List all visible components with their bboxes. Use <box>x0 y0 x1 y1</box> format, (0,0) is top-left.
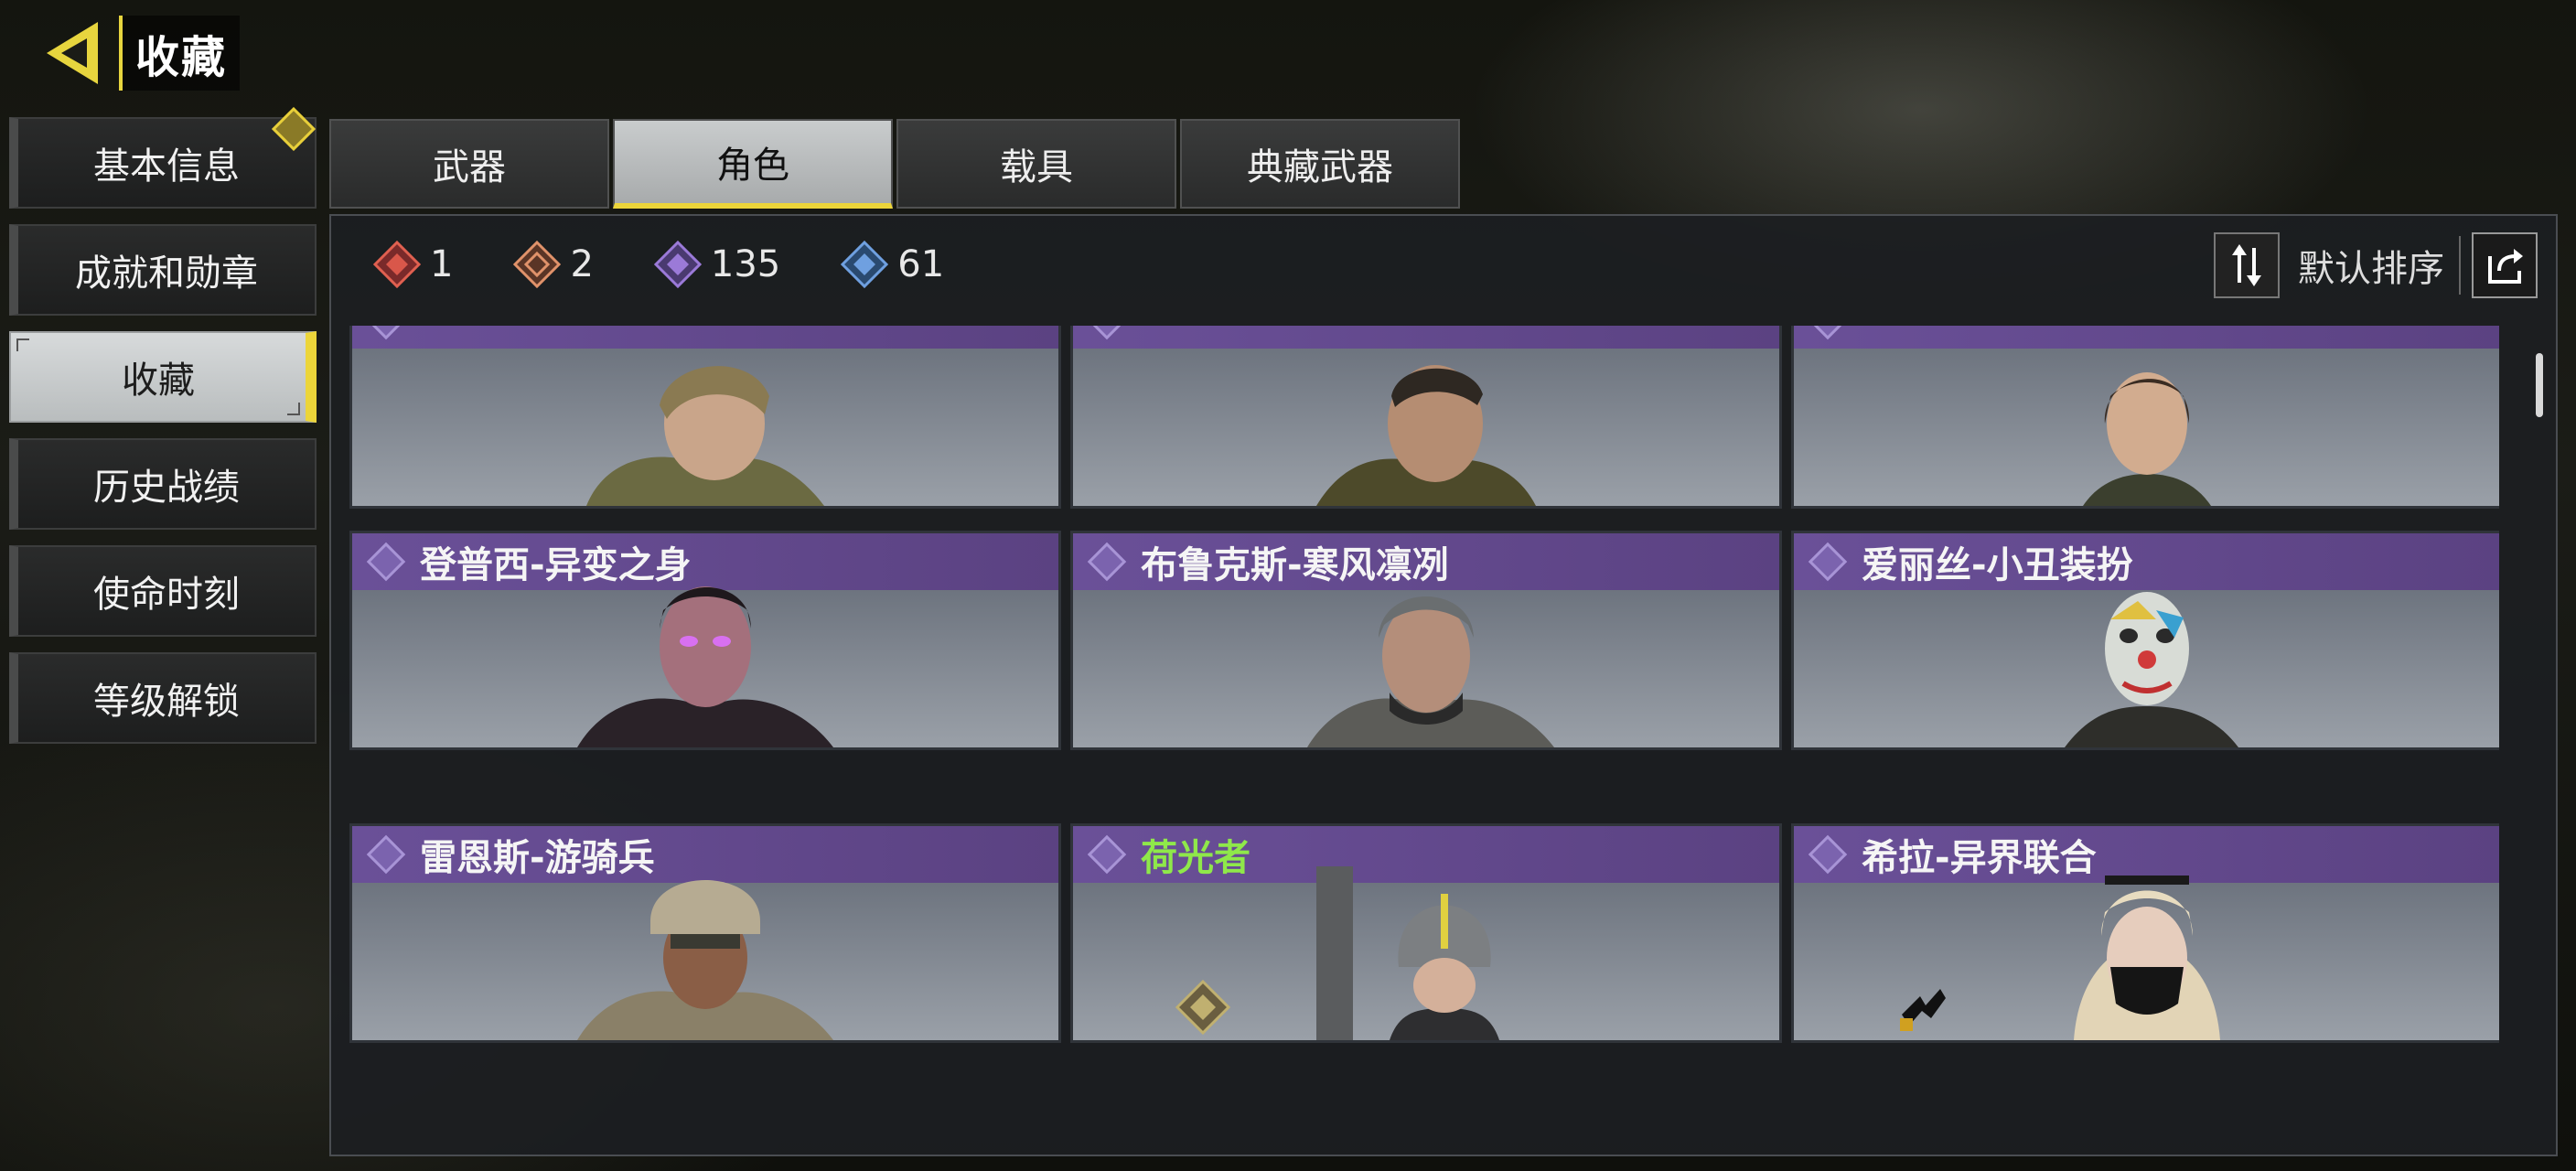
tab-collector-weapons[interactable]: 典藏武器 <box>1180 119 1460 209</box>
category-tabs: 武器 角色 载具 典藏武器 <box>329 119 1460 209</box>
mythic-gem-icon <box>371 239 423 290</box>
character-portrait <box>2074 876 2220 1040</box>
sidebar-item-level-unlock[interactable]: 等级解锁 <box>9 652 317 744</box>
sort-arrows-icon <box>2232 244 2261 286</box>
epic-rarity-icon <box>366 834 406 875</box>
notification-diamond-icon <box>271 106 317 152</box>
stat-mythic: 1 <box>371 239 453 290</box>
character-card[interactable]: 希拉-异界联合 <box>1791 823 2499 1043</box>
character-card[interactable]: 荷光者 <box>1070 823 1782 1043</box>
sidebar-item-label: 等级解锁 <box>93 681 240 723</box>
page-title: 收藏 <box>119 16 241 91</box>
epic-rarity-icon <box>1087 542 1127 582</box>
sidebar-item-label: 基本信息 <box>93 145 240 188</box>
corner-decoration <box>16 338 29 351</box>
share-icon <box>2488 249 2523 284</box>
stat-value: 2 <box>570 243 594 285</box>
sidebar-item-moments[interactable]: 使命时刻 <box>9 545 317 637</box>
character-name: 荷光者 <box>1141 837 1250 879</box>
character-portrait <box>2083 372 2211 506</box>
sidebar-item-achievements[interactable]: 成就和勋章 <box>9 224 317 316</box>
tab-weapons[interactable]: 武器 <box>329 119 609 209</box>
epic-rarity-icon <box>366 542 406 582</box>
character-card[interactable]: 爱丽丝-小丑装扮 <box>1791 531 2499 750</box>
header: 收藏 <box>37 16 241 91</box>
character-portrait <box>577 880 833 1040</box>
character-portrait <box>1316 365 1536 506</box>
epic-rarity-icon <box>366 326 406 340</box>
tab-vehicles[interactable]: 载具 <box>896 119 1176 209</box>
character-portrait <box>2065 592 2238 747</box>
epic-gem-icon <box>652 239 703 290</box>
back-button[interactable] <box>37 16 110 90</box>
character-portrait <box>1307 596 1554 747</box>
rare-gem-icon <box>839 239 890 290</box>
character-grid: 登普西-异变之身 布鲁克斯-寒风凛冽 爱丽丝-小丑装扮 雷恩斯-游骑兵 荷光者 … <box>349 326 2499 1144</box>
corner-decoration <box>287 403 300 415</box>
faction-logo-icon <box>1900 989 1946 1031</box>
character-portrait <box>586 366 824 506</box>
stat-legendary: 2 <box>511 239 594 290</box>
sidebar-item-label: 成就和勋章 <box>75 252 258 295</box>
sidebar-item-history[interactable]: 历史战绩 <box>9 438 317 530</box>
epic-rarity-icon <box>1808 326 1848 340</box>
legendary-gem-icon <box>511 239 563 290</box>
character-card[interactable] <box>1070 326 1782 509</box>
rarity-stats-bar: 1 2 135 61 默认排序 <box>331 216 2556 313</box>
collection-panel: 1 2 135 61 默认排序 登普西-异变之身 布鲁克斯-寒风凛冽 爱丽丝-小… <box>329 214 2558 1156</box>
sidebar-item-basic-info[interactable]: 基本信息 <box>9 106 317 209</box>
stat-value: 61 <box>897 243 945 285</box>
epic-rarity-icon <box>1087 326 1127 340</box>
share-button[interactable] <box>2472 232 2538 298</box>
sidebar: 基本信息 成就和勋章 收藏 历史战绩 使命时刻 等级解锁 <box>9 106 317 759</box>
character-card[interactable] <box>1791 326 2499 509</box>
stat-epic: 135 <box>652 239 780 290</box>
emblem-icon <box>1175 979 1231 1036</box>
sort-area: 默认排序 <box>2214 232 2538 298</box>
divider <box>2459 236 2461 295</box>
sort-label[interactable]: 默认排序 <box>2298 239 2444 292</box>
scrollbar[interactable] <box>2536 353 2543 417</box>
sort-toggle-button[interactable] <box>2214 232 2280 298</box>
back-arrow-icon <box>47 22 98 84</box>
sidebar-item-label: 收藏 <box>122 360 195 402</box>
character-card[interactable]: 登普西-异变之身 <box>349 531 1061 750</box>
sidebar-item-label: 历史战绩 <box>93 467 240 509</box>
epic-rarity-icon <box>1087 834 1127 875</box>
character-card[interactable]: 雷恩斯-游骑兵 <box>349 823 1061 1043</box>
sidebar-item-collection[interactable]: 收藏 <box>9 331 317 423</box>
tab-characters[interactable]: 角色 <box>613 119 893 209</box>
character-card[interactable]: 布鲁克斯-寒风凛冽 <box>1070 531 1782 750</box>
stat-value: 135 <box>710 243 781 285</box>
stat-rare: 61 <box>839 239 944 290</box>
epic-rarity-icon <box>1808 542 1848 582</box>
character-portrait <box>1316 866 1499 1040</box>
character-portrait <box>577 586 833 747</box>
stat-value: 1 <box>430 243 454 285</box>
character-card[interactable] <box>349 326 1061 509</box>
sidebar-item-label: 使命时刻 <box>93 574 240 616</box>
epic-rarity-icon <box>1808 834 1848 875</box>
